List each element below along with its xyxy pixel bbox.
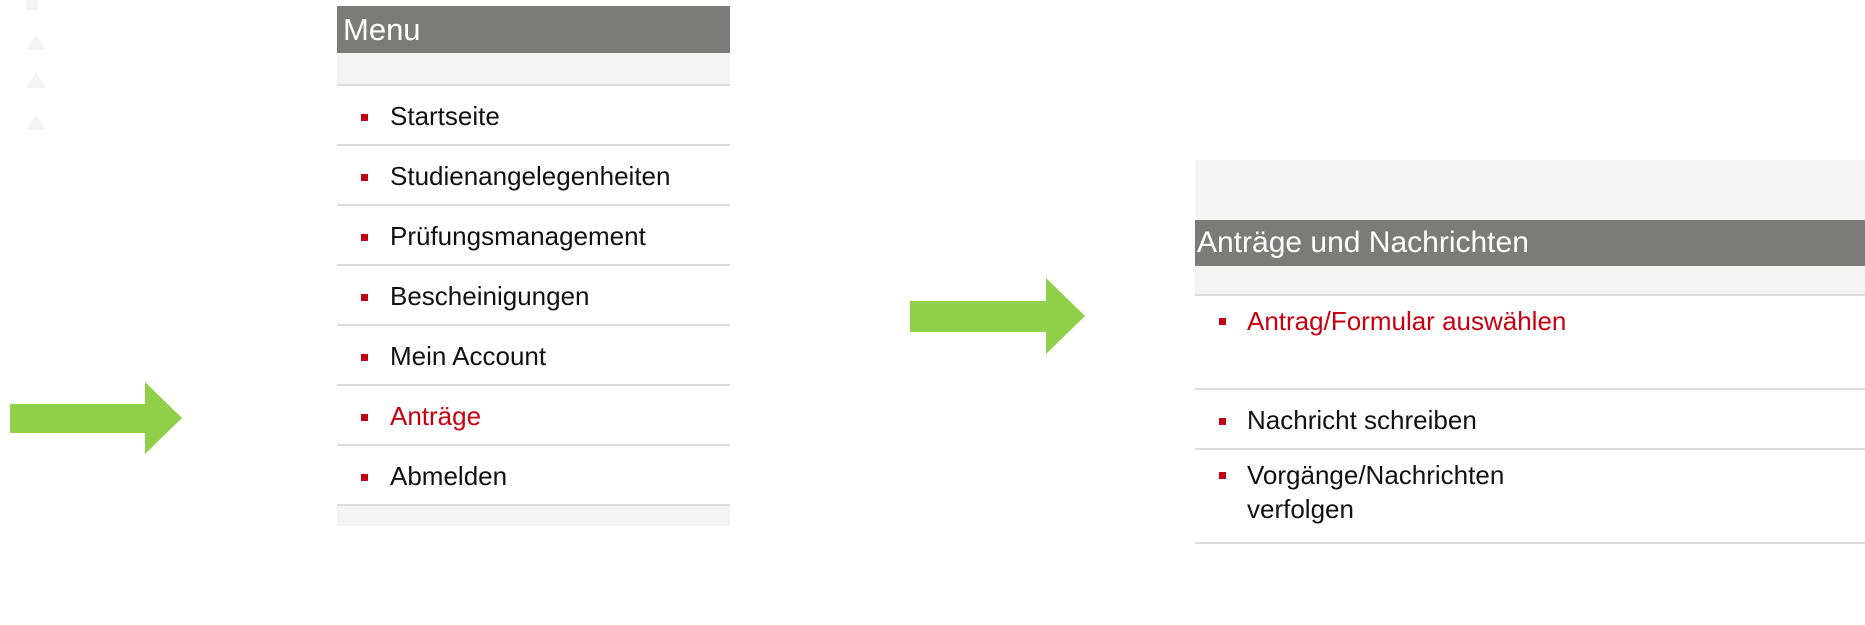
menu-title: Menu — [337, 6, 730, 53]
menu-item-antraege[interactable]: Anträge — [337, 386, 730, 446]
bullet-icon — [1219, 318, 1226, 325]
menu-item-label: Studienangelegenheiten — [390, 161, 671, 191]
submenu-item-antrag-formular-auswaehlen[interactable]: Antrag/Formular auswählen — [1195, 296, 1865, 390]
menu-item-abmelden[interactable]: Abmelden — [337, 446, 730, 506]
bullet-icon — [361, 474, 368, 481]
menu-footer — [337, 506, 730, 526]
menu-spacer — [337, 53, 730, 86]
bullet-icon — [361, 174, 368, 181]
menu-item-pruefungsmanagement[interactable]: Prüfungsmanagement — [337, 206, 730, 266]
submenu-item-label: Nachricht schreiben — [1247, 405, 1477, 435]
menu-item-label: Anträge — [390, 401, 482, 431]
submenu-item-vorgaenge-nachrichten-verfolgen[interactable]: Vorgänge/Nachrichten verfolgen — [1195, 450, 1865, 544]
submenu-list: Antrag/Formular auswählen Nachricht schr… — [1195, 296, 1865, 544]
faded-background-icons — [26, 0, 46, 130]
menu-item-studienangelegenheiten[interactable]: Studienangelegenheiten — [337, 146, 730, 206]
submenu-item-nachricht-schreiben[interactable]: Nachricht schreiben — [1195, 390, 1865, 450]
menu-item-label: Prüfungsmanagement — [390, 221, 646, 251]
menu-item-label: Mein Account — [390, 341, 547, 371]
bullet-icon — [361, 294, 368, 301]
bullet-icon — [361, 234, 368, 241]
bullet-icon — [1219, 418, 1226, 425]
menu-item-mein-account[interactable]: Mein Account — [337, 326, 730, 386]
menu-item-label: Bescheinigungen — [390, 281, 590, 311]
menu-list: Startseite Studienangelegenheiten Prüfun… — [337, 86, 730, 506]
submenu-spacer — [1195, 266, 1865, 296]
bullet-icon — [361, 354, 368, 361]
arrow-right-icon — [10, 382, 182, 454]
menu-item-label: Startseite — [390, 101, 500, 131]
submenu-item-label: Antrag/Formular auswählen — [1247, 306, 1567, 336]
main-menu: Menu Startseite Studienangelegenheiten P… — [337, 6, 730, 526]
submenu-item-label: Vorgänge/Nachrichten verfolgen — [1247, 460, 1505, 524]
menu-item-label: Abmelden — [390, 461, 508, 491]
bullet-icon — [1219, 472, 1226, 479]
submenu: Anträge und Nachrichten Antrag/Formular … — [1195, 160, 1865, 544]
arrow-right-icon — [910, 278, 1085, 354]
menu-item-bescheinigungen[interactable]: Bescheinigungen — [337, 266, 730, 326]
menu-item-startseite[interactable]: Startseite — [337, 86, 730, 146]
submenu-top-area — [1195, 160, 1865, 220]
bullet-icon — [361, 114, 368, 121]
bullet-icon — [361, 414, 368, 421]
submenu-title: Anträge und Nachrichten — [1195, 220, 1865, 266]
